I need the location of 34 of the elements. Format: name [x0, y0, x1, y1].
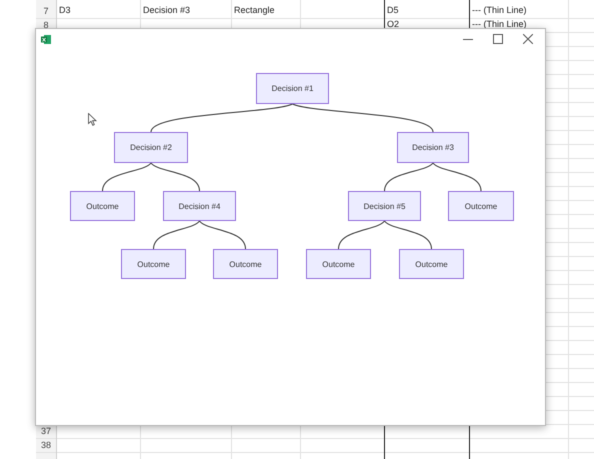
- close-button[interactable]: [523, 34, 533, 44]
- cursor-icon: [88, 113, 97, 126]
- flowchart-node: Outcome: [306, 249, 371, 279]
- connector-line: [102, 162, 152, 192]
- flowchart-node: Decision #1: [256, 73, 329, 104]
- table-cell: --- (Thin Line): [472, 18, 527, 29]
- row-number: 37: [40, 424, 52, 438]
- maximize-button[interactable]: [493, 34, 503, 44]
- connector-line: [432, 162, 482, 192]
- connector-line: [384, 162, 434, 192]
- table-cell: O2: [387, 18, 400, 29]
- spreadsheet-app-icon: [41, 34, 51, 44]
- connector-line: [199, 220, 246, 250]
- connector-line: [150, 162, 200, 192]
- flowchart-node: Outcome: [399, 249, 464, 279]
- flowchart-node: Decision #5: [348, 191, 421, 221]
- flowchart-node: Outcome: [121, 249, 186, 279]
- flowchart-node: Decision #4: [163, 191, 236, 221]
- table-cell: --- (Thin Line): [472, 4, 527, 15]
- connector-line: [153, 220, 200, 250]
- table-cell: Rectangle: [234, 4, 275, 15]
- row-number: 7: [42, 4, 50, 18]
- connector-line: [338, 220, 385, 250]
- row-number: 8: [42, 18, 50, 32]
- flowchart-node: Outcome: [213, 249, 278, 279]
- row-number: 38: [40, 438, 52, 452]
- connector-line: [384, 220, 432, 250]
- table-cell: D3: [59, 4, 71, 15]
- table-cell: Decision #3: [143, 4, 190, 15]
- flowchart-node: Decision #3: [397, 132, 469, 163]
- flowchart-node: Outcome: [448, 191, 514, 221]
- table-cell: D5: [387, 4, 399, 15]
- flowchart-node: Outcome: [70, 191, 135, 221]
- flowchart-node: Decision #2: [114, 132, 188, 163]
